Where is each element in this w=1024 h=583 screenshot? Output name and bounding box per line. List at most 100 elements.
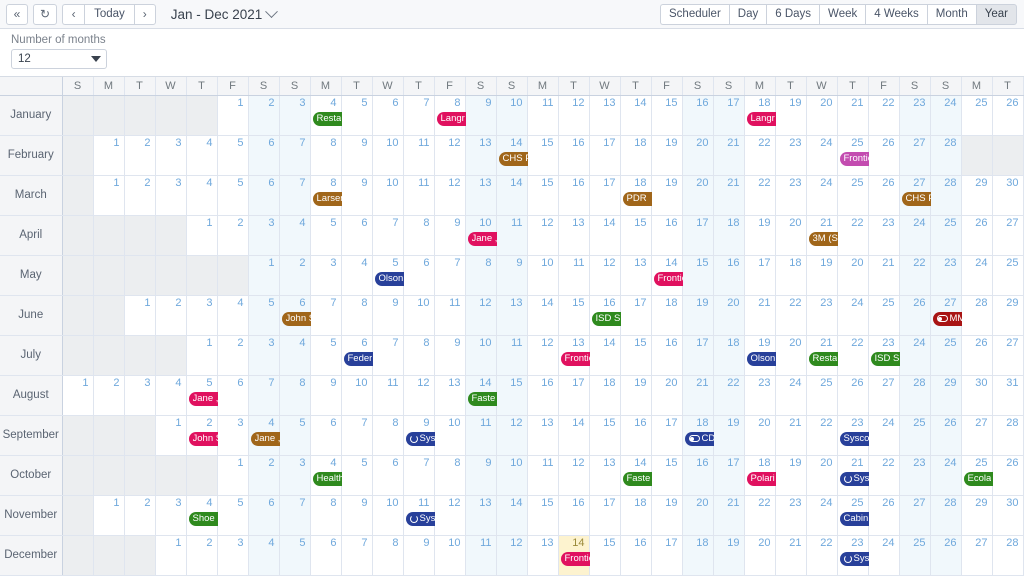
- day-cell[interactable]: 14 Faste: [620, 455, 659, 496]
- day-cell[interactable]: 4: [186, 135, 218, 176]
- day-cell[interactable]: 10 Jane ,: [465, 215, 504, 256]
- day-cell[interactable]: 24: [899, 215, 931, 256]
- day-cell[interactable]: 27 CHS P: [899, 175, 938, 216]
- day-cell[interactable]: 25: [899, 415, 931, 456]
- day-cell[interactable]: 22: [837, 215, 869, 256]
- day-cell[interactable]: 14 CHS P: [496, 135, 535, 176]
- day-cell[interactable]: 6: [248, 135, 280, 176]
- day-cell[interactable]: 8 Langr: [434, 95, 473, 136]
- day-cell[interactable]: 5: [310, 335, 342, 376]
- day-cell[interactable]: 16: [558, 175, 590, 216]
- day-cell[interactable]: 10: [403, 295, 435, 336]
- day-cell[interactable]: 2: [248, 455, 280, 496]
- day-cell[interactable]: 13: [465, 495, 497, 536]
- day-cell[interactable]: 24: [961, 255, 993, 296]
- day-cell[interactable]: 16: [713, 255, 745, 296]
- day-cell[interactable]: 10: [496, 455, 528, 496]
- day-cell[interactable]: 11: [403, 135, 435, 176]
- day-cell[interactable]: 9: [341, 175, 373, 216]
- day-cell[interactable]: 11 Sys: [403, 495, 448, 536]
- day-cell[interactable]: 10: [372, 175, 404, 216]
- day-cell[interactable]: 26: [899, 295, 931, 336]
- day-cell[interactable]: 7: [279, 495, 311, 536]
- day-cell[interactable]: 22: [899, 255, 931, 296]
- day-cell[interactable]: 7: [403, 455, 435, 496]
- day-cell[interactable]: 17: [651, 535, 683, 576]
- day-cell[interactable]: 13: [558, 215, 590, 256]
- day-cell[interactable]: 22: [806, 415, 838, 456]
- day-cell[interactable]: 19: [775, 95, 807, 136]
- day-cell[interactable]: 15: [651, 455, 683, 496]
- day-cell[interactable]: 20: [744, 535, 776, 576]
- day-cell[interactable]: 19: [775, 455, 807, 496]
- day-cell[interactable]: 26: [868, 135, 900, 176]
- view-button-6-days[interactable]: 6 Days: [766, 4, 820, 25]
- day-cell[interactable]: 29: [930, 375, 962, 416]
- day-cell[interactable]: 13: [527, 535, 559, 576]
- day-cell[interactable]: 20: [651, 375, 683, 416]
- day-cell[interactable]: 17: [558, 375, 590, 416]
- day-cell[interactable]: 1: [93, 135, 125, 176]
- day-cell[interactable]: 9: [310, 375, 342, 416]
- day-cell[interactable]: 26: [961, 335, 993, 376]
- day-cell[interactable]: 4: [155, 375, 187, 416]
- day-cell[interactable]: 22: [806, 535, 838, 576]
- day-cell[interactable]: 18 Langr: [744, 95, 783, 136]
- day-cell[interactable]: 22: [837, 335, 869, 376]
- day-cell[interactable]: 24: [775, 375, 807, 416]
- day-cell[interactable]: 8: [310, 135, 342, 176]
- day-cell[interactable]: 13: [589, 455, 621, 496]
- day-cell[interactable]: 14: [620, 95, 652, 136]
- day-cell[interactable]: 2: [124, 135, 156, 176]
- day-cell[interactable]: 24: [868, 535, 900, 576]
- day-cell[interactable]: 1: [93, 495, 125, 536]
- day-cell[interactable]: 6: [310, 535, 342, 576]
- day-cell[interactable]: 27: [992, 215, 1024, 256]
- day-cell[interactable]: 7: [248, 375, 280, 416]
- day-cell[interactable]: 18: [620, 495, 652, 536]
- day-cell[interactable]: 22: [868, 95, 900, 136]
- day-cell[interactable]: 14: [496, 495, 528, 536]
- day-cell[interactable]: 1: [62, 375, 94, 416]
- day-cell[interactable]: 30: [992, 175, 1024, 216]
- day-cell[interactable]: 22: [744, 175, 776, 216]
- day-cell[interactable]: 20: [775, 215, 807, 256]
- day-cell[interactable]: 8: [279, 375, 311, 416]
- day-cell[interactable]: 27: [961, 535, 993, 576]
- day-cell[interactable]: 15: [620, 215, 652, 256]
- day-cell[interactable]: 29: [992, 295, 1024, 336]
- day-cell[interactable]: 26: [930, 415, 962, 456]
- day-cell[interactable]: 10: [496, 95, 528, 136]
- previous-period-button[interactable]: ‹: [62, 3, 85, 25]
- day-cell[interactable]: 17: [651, 415, 683, 456]
- day-cell[interactable]: 9: [341, 135, 373, 176]
- day-cell[interactable]: 15: [558, 295, 590, 336]
- day-cell[interactable]: 7: [341, 415, 373, 456]
- day-cell[interactable]: 28: [930, 135, 962, 176]
- day-cell[interactable]: 4 Resta: [310, 95, 349, 136]
- day-cell[interactable]: 17: [682, 215, 714, 256]
- day-cell[interactable]: 18: [651, 295, 683, 336]
- day-cell[interactable]: 28: [961, 295, 993, 336]
- day-cell[interactable]: 26: [961, 215, 993, 256]
- day-cell[interactable]: 28: [992, 415, 1024, 456]
- day-cell[interactable]: 16: [651, 215, 683, 256]
- day-cell[interactable]: 12: [434, 175, 466, 216]
- day-cell[interactable]: 19: [651, 175, 683, 216]
- day-cell[interactable]: 23 ISD S: [868, 335, 907, 376]
- day-cell[interactable]: 24: [930, 95, 962, 136]
- day-cell[interactable]: 27: [961, 415, 993, 456]
- day-cell[interactable]: 12: [558, 455, 590, 496]
- day-cell[interactable]: 18: [682, 535, 714, 576]
- day-cell[interactable]: 1: [155, 535, 187, 576]
- day-cell[interactable]: 15: [589, 535, 621, 576]
- day-cell[interactable]: 11: [403, 175, 435, 216]
- day-cell[interactable]: 23: [899, 95, 931, 136]
- day-cell[interactable]: 12: [527, 335, 559, 376]
- day-cell[interactable]: 16: [651, 335, 683, 376]
- day-cell[interactable]: 14 Faste: [465, 375, 504, 416]
- day-cell[interactable]: 18 PDR: [620, 175, 659, 216]
- day-cell[interactable]: 25 Frontie: [837, 135, 876, 176]
- day-cell[interactable]: 16 ISD S: [589, 295, 628, 336]
- day-cell[interactable]: 22: [744, 495, 776, 536]
